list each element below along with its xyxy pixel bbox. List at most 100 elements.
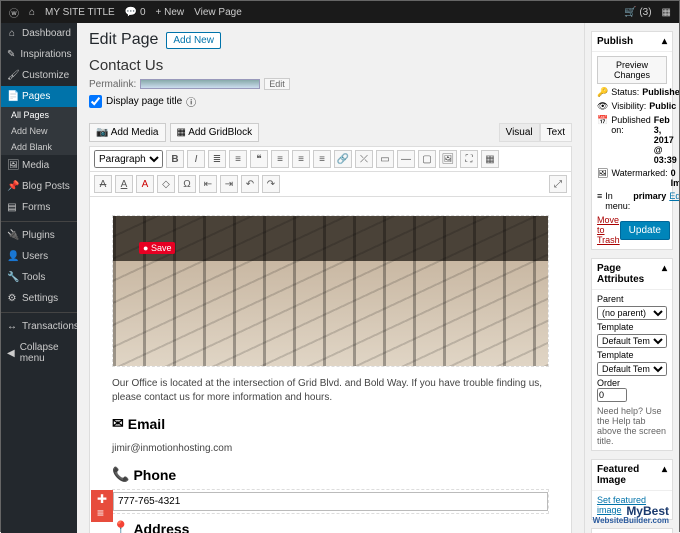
link-icon[interactable]: 🔗	[334, 150, 352, 168]
sidebar-item-tools[interactable]: 🔧Tools	[1, 267, 77, 288]
hr-icon[interactable]: —	[397, 150, 415, 168]
users-icon: 👤	[7, 251, 17, 262]
format-select[interactable]: Paragraph	[94, 150, 163, 168]
watermark-icon: 🖼	[597, 168, 608, 179]
featured-panel-header[interactable]: Featured Image▴	[592, 460, 672, 491]
bulb-icon: ✎	[7, 49, 15, 60]
ul-icon[interactable]: ≣	[208, 150, 226, 168]
editor: Paragraph B I ≣ ≡ ❝ ≡ ≡ ≡ 🔗 ⤫ ▭ — ▢ 🖼 ⛶ …	[89, 146, 572, 533]
view-page-link[interactable]: View Page	[194, 7, 242, 18]
caret-icon: ▴	[662, 464, 667, 486]
transactions-icon: ↔	[7, 321, 17, 332]
right-sidebar: Publish▴ Preview Changes 🔑Status: Publis…	[584, 23, 679, 533]
sidebar-item-forms[interactable]: ▤Forms	[1, 197, 77, 218]
bold-icon[interactable]: B	[166, 150, 184, 168]
indent-icon[interactable]: ⇥	[220, 175, 238, 193]
order-input[interactable]	[597, 388, 627, 402]
align-left-icon[interactable]: ≡	[271, 150, 289, 168]
parent-select[interactable]: (no parent)	[597, 306, 667, 320]
quote-icon[interactable]: ❝	[250, 150, 268, 168]
publish-panel-header[interactable]: Publish▴	[592, 32, 672, 52]
redo-icon[interactable]: ↷	[262, 175, 280, 193]
template-select[interactable]: Default Template	[597, 334, 667, 348]
add-gridblock-button[interactable]: ▦ Add GridBlock	[170, 123, 260, 142]
permalink-url[interactable]	[140, 79, 260, 89]
sidebar-sub-add-new[interactable]: Add New	[1, 123, 77, 139]
fullscreen-icon[interactable]: ⛶	[460, 150, 478, 168]
calendar-icon: 📅	[597, 115, 608, 126]
hero-block[interactable]: ✚≡ ✚ ≡ ✚≡ ● Save	[112, 215, 549, 367]
ninja-panel-header[interactable]: Append A Ninja Form▴	[592, 529, 672, 533]
user-avatar[interactable]: ▦	[662, 7, 671, 18]
caret-icon: ▴	[662, 36, 667, 47]
align-center-icon[interactable]: ≡	[292, 150, 310, 168]
sidebar-item-customize[interactable]: 🖌Customize	[1, 65, 77, 86]
plugin-icon: 🔌	[7, 230, 17, 241]
toolbar-toggle-icon[interactable]: ▦	[481, 150, 499, 168]
unlink-icon[interactable]: ⤫	[355, 150, 373, 168]
post-title[interactable]: Contact Us	[89, 57, 572, 74]
collapse-icon: ◀	[7, 348, 15, 359]
menu-icon: ≡	[597, 191, 602, 201]
update-button[interactable]: Update	[620, 221, 670, 240]
help-text: Need help? Use the Help tab above the sc…	[597, 406, 667, 446]
phone-block[interactable]: ✚≡	[112, 489, 549, 514]
template-select-2[interactable]: Default Template	[597, 362, 667, 376]
help-icon[interactable]: ⓘ	[186, 94, 196, 109]
more-icon[interactable]: ▭	[376, 150, 394, 168]
preview-changes-button[interactable]: Preview Changes	[597, 56, 667, 84]
tab-text[interactable]: Text	[540, 123, 572, 142]
strike-icon[interactable]: A	[94, 175, 112, 193]
phone-field[interactable]	[113, 492, 548, 511]
sidebar-item-transactions[interactable]: ↔Transactions	[1, 316, 77, 337]
page-heading: Edit Page Add New	[89, 31, 572, 49]
sidebar-item-users[interactable]: 👤Users	[1, 246, 77, 267]
editor-toolbar-1: Paragraph B I ≣ ≡ ❝ ≡ ≡ ≡ 🔗 ⤫ ▭ — ▢ 🖼 ⛶ …	[90, 147, 571, 172]
ol-icon[interactable]: ≡	[229, 150, 247, 168]
editor-canvas[interactable]: ✚≡ ✚ ≡ ✚≡ ● Save Our Office is located a…	[90, 197, 571, 533]
pinterest-save-button[interactable]: ● Save	[139, 242, 175, 254]
add-media-button[interactable]: 📷 Add Media	[89, 123, 166, 142]
textcolor-icon[interactable]: A	[136, 175, 154, 193]
site-home-icon[interactable]: ⌂	[29, 7, 35, 18]
sidebar-item-inspirations[interactable]: ✎Inspirations	[1, 44, 77, 65]
sidebar-item-settings[interactable]: ⚙Settings	[1, 288, 77, 309]
add-new-button[interactable]: Add New	[166, 32, 221, 49]
wp-logo-icon[interactable]: ⓦ	[9, 5, 19, 20]
sidebar-item-blog-posts[interactable]: 📌Blog Posts	[1, 176, 77, 197]
sidebar-item-dashboard[interactable]: ⌂Dashboard	[1, 23, 77, 44]
permalink-edit-button[interactable]: Edit	[264, 78, 290, 90]
block-handle-red-2[interactable]: ✚≡	[91, 490, 113, 522]
ninja-form-panel: Append A Ninja Form▴	[591, 528, 673, 533]
attrs-panel-header[interactable]: Page Attributes▴	[592, 259, 672, 290]
admin-bar: ⓦ ⌂ MY SITE TITLE 💬 0 + New View Page 🛒 …	[1, 1, 679, 23]
sidebar-item-pages[interactable]: 📄Pages	[1, 86, 77, 107]
page-icon: 📄	[7, 91, 17, 102]
underline-icon[interactable]: A	[115, 175, 133, 193]
sidebar-item-plugins[interactable]: 🔌Plugins	[1, 225, 77, 246]
email-value: jimir@inmotionhosting.com	[112, 442, 549, 456]
clear-icon[interactable]: ◇	[157, 175, 175, 193]
align-right-icon[interactable]: ≡	[313, 150, 331, 168]
move-to-trash-link[interactable]: Move to Trash	[597, 215, 620, 245]
sidebar-sub-all-pages[interactable]: All Pages	[1, 107, 77, 123]
sidebar-sub-add-blank[interactable]: Add Blank	[1, 139, 77, 155]
marker-icon: 📍	[112, 520, 129, 533]
display-title-checkbox[interactable]: Display page title ⓘ	[89, 94, 572, 109]
dashboard-icon: ⌂	[7, 28, 17, 39]
sidebar-item-media[interactable]: 🖼Media	[1, 155, 77, 176]
outdent-icon[interactable]: ⇤	[199, 175, 217, 193]
menu-edit-link[interactable]: Edit	[669, 191, 679, 201]
char-icon[interactable]: Ω	[178, 175, 196, 193]
cart-icon[interactable]: 🛒 (3)	[624, 7, 651, 18]
comments-icon[interactable]: 💬 0	[125, 7, 146, 18]
site-title[interactable]: MY SITE TITLE	[45, 7, 115, 18]
undo-icon[interactable]: ↶	[241, 175, 259, 193]
italic-icon[interactable]: I	[187, 150, 205, 168]
add-new-link[interactable]: + New	[156, 7, 185, 18]
button-icon[interactable]: ▢	[418, 150, 436, 168]
sidebar-collapse[interactable]: ◀Collapse menu	[1, 337, 77, 369]
expand-icon[interactable]: ⤢	[549, 175, 567, 193]
image-icon[interactable]: 🖼	[439, 150, 457, 168]
tab-visual[interactable]: Visual	[499, 123, 540, 142]
